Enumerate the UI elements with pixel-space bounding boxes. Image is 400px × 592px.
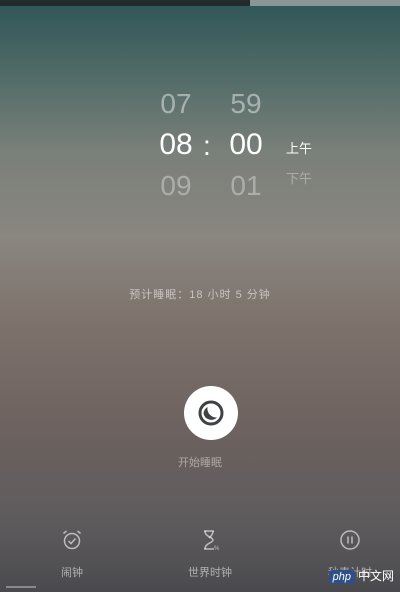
start-sleep-button[interactable] [184, 386, 238, 440]
status-bar-right [250, 0, 400, 6]
am-option[interactable]: 上午 [286, 138, 312, 157]
sleep-duration-text: 预计睡眠：18 小时 5 分钟 [129, 289, 271, 301]
home-indicator [6, 586, 36, 588]
minute-current[interactable]: 00 [222, 128, 270, 162]
status-bar [0, 0, 400, 6]
time-separator: : [203, 130, 211, 161]
time-picker[interactable]: 07 08 09 : 59 00 01 上午 下午 [0, 82, 400, 212]
hour-prev[interactable]: 07 [152, 88, 200, 120]
watermark: php 中文网 [328, 567, 394, 584]
tab-world-clock-label: 世界时钟 [188, 567, 232, 579]
start-sleep-label: 开始睡眠 [178, 457, 222, 469]
tab-world-clock[interactable]: % 世界时钟 [180, 528, 240, 580]
moon-icon [198, 400, 224, 426]
stopwatch-icon: % [204, 530, 220, 552]
minute-prev[interactable]: 59 [222, 88, 270, 120]
timer-icon [340, 530, 360, 550]
minute-next[interactable]: 01 [222, 170, 270, 202]
pm-option[interactable]: 下午 [286, 168, 312, 187]
watermark-logo: php [328, 570, 355, 584]
watermark-text: 中文网 [357, 569, 394, 583]
hour-next[interactable]: 09 [152, 170, 200, 202]
alarm-clock-icon [63, 530, 81, 550]
svg-text:%: % [214, 546, 220, 552]
hour-current[interactable]: 08 [152, 128, 200, 162]
tab-alarm[interactable]: 闹钟 [42, 528, 102, 580]
tab-alarm-label: 闹钟 [61, 567, 83, 579]
